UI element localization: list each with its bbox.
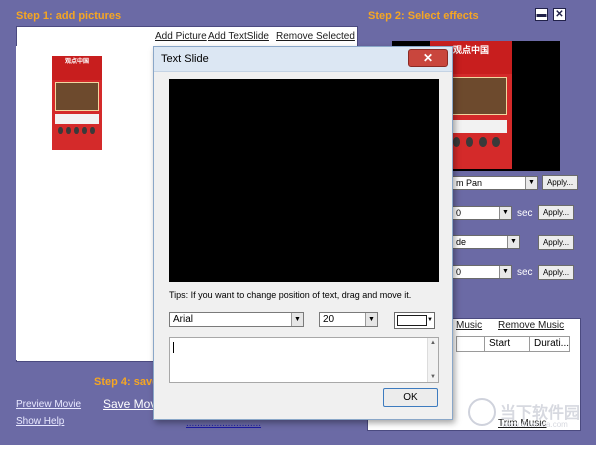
music-column-duration[interactable]: Durati... [530,337,570,351]
close-icon: ✕ [422,51,434,65]
music-column-name[interactable] [457,337,485,351]
dialog-titlebar[interactable]: Text Slide ✕ [154,47,452,72]
dialog-tips: Tips: If you want to change position of … [169,290,412,300]
music-table-header: Start Durati... [456,336,570,352]
music-column-start[interactable]: Start [485,337,530,351]
scroll-up-icon[interactable]: ▲ [428,338,438,348]
font-select[interactable]: Arial ▼ [169,312,304,327]
chevron-down-icon: ▼ [499,207,511,219]
show-help-link[interactable]: Show Help [16,416,64,427]
music-toolbar: Music Remove Music [456,320,576,332]
thumbnail-row [55,114,99,124]
transition-duration-unit: sec [517,267,533,278]
text-color-picker[interactable]: ▼ [394,312,435,329]
text-caret [173,342,174,353]
transition-select[interactable]: de ▼ [452,235,520,249]
watermark-url: www.downxia.com [502,420,568,429]
dialog-close-button[interactable]: ✕ [408,49,448,67]
step2-title: Step 2: Select effects [368,10,479,22]
font-size-select-value: 20 [323,314,335,325]
add-picture-link[interactable]: Add Picture [155,31,207,42]
chevron-down-icon: ▼ [499,266,511,278]
text-slide-canvas[interactable] [169,79,439,282]
picture-thumbnail[interactable]: 观点中国 [52,56,102,150]
font-select-value: Arial [173,314,194,325]
text-color-swatch [397,315,427,326]
effect-select-value: m Pan [456,178,483,188]
save-movie-link[interactable]: Save Mov [103,397,156,411]
watermark-logo: 当下软件园 www.downxia.com [468,396,588,432]
duration-select[interactable]: 0 ▼ [452,206,512,220]
chevron-down-icon: ▼ [507,236,519,248]
add-music-link[interactable]: Music [456,320,482,331]
step1-title: Step 1: add pictures [16,10,122,22]
preview-movie-link[interactable]: Preview Movie [16,399,81,410]
scroll-down-icon[interactable]: ▼ [428,372,438,382]
apply-effect-button[interactable]: Apply... [542,175,578,190]
chevron-down-icon: ▼ [525,177,537,189]
preview-avatar [452,137,461,148]
pictures-toolbar: Add Picture Add TextSlide Remove Selecte… [155,31,355,45]
watermark-circle-icon [468,398,496,426]
apply-transition-duration-button[interactable]: Apply... [538,265,574,280]
minimize-button[interactable]: ▬ [535,8,548,21]
thumbnail-avatar [58,126,63,135]
transition-duration-select-value: 0 [456,267,462,277]
thumbnail-header: 观点中国 [52,56,102,81]
duration-select-value: 0 [456,208,462,218]
close-icon: ✕ [555,9,564,20]
duration-unit: sec [517,208,533,219]
preview-avatar [492,137,500,148]
thumbnail-avatar [82,126,87,135]
transition-duration-select[interactable]: 0 ▼ [452,265,512,279]
effect-select[interactable]: m Pan ▼ [452,176,538,190]
chevron-down-icon: ▼ [365,313,377,326]
ok-button[interactable]: OK [383,388,438,407]
apply-transition-button[interactable]: Apply... [538,235,574,250]
add-textslide-link[interactable]: Add TextSlide [208,31,269,42]
dialog-title: Text Slide [161,53,209,65]
chevron-down-icon: ▼ [427,317,433,323]
chevron-down-icon: ▼ [291,313,303,326]
thumbnail-avatar [66,126,71,135]
preview-avatar [466,137,474,148]
transition-select-value: de [456,237,467,247]
minimize-icon: ▬ [536,9,547,20]
preview-avatar [479,137,487,148]
close-button[interactable]: ✕ [553,8,566,21]
apply-duration-button[interactable]: Apply... [538,205,574,220]
font-size-select[interactable]: 20 ▼ [319,312,378,327]
step4-title: Step 4: save [94,376,159,388]
thumbnail-image [55,82,99,111]
text-slide-dialog: Text Slide ✕ Tips: If you want to change… [153,46,453,420]
remove-music-link[interactable]: Remove Music [498,320,564,331]
slide-text-input[interactable]: ▲ ▼ [169,337,439,383]
remove-selected-link[interactable]: Remove Selected [276,31,355,42]
thumbnail-avatar [90,126,95,135]
thumbnail-avatar [74,126,79,135]
textarea-scrollbar[interactable]: ▲ ▼ [427,338,438,382]
